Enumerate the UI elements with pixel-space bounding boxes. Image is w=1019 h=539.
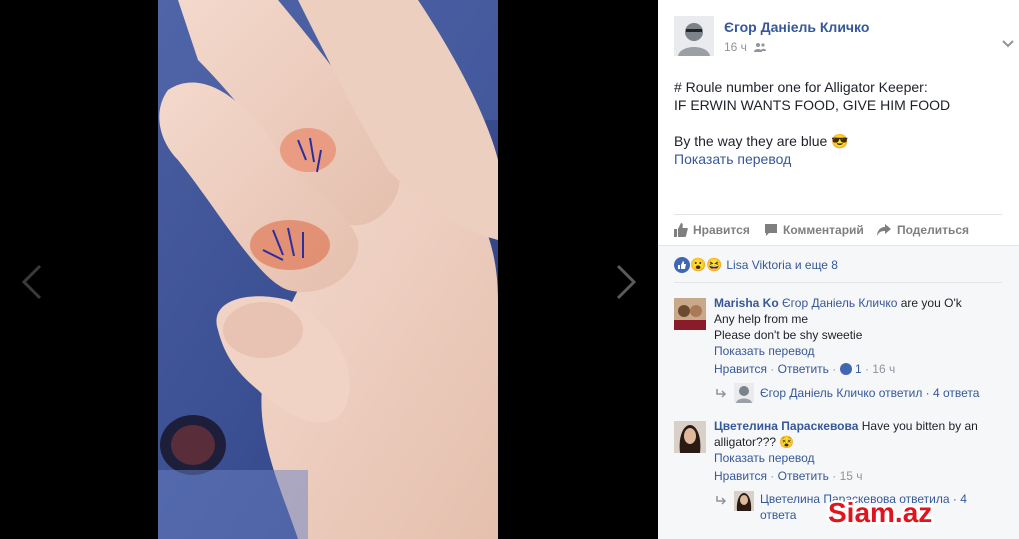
like-label: Нравится (693, 223, 750, 237)
comment-reply-link[interactable]: Ответить (778, 362, 829, 376)
wow-reaction-icon: 😮 (690, 257, 707, 272)
reactions-summary[interactable]: 😮 😆 Lisa Viktoria и еще 8 (674, 257, 838, 273)
comment-body: Цветелина Параскевова Have you bitten by… (714, 418, 1004, 484)
like-reaction-icon (674, 257, 690, 273)
commenter-name[interactable]: Marisha Ko (714, 296, 779, 310)
share-button[interactable]: Поделиться (876, 223, 969, 237)
like-button[interactable]: Нравится (674, 223, 750, 237)
chevron-left-icon (21, 264, 42, 300)
comment-time[interactable]: 15 ч (840, 469, 863, 483)
comment-text-3: Please don't be shy sweetie (714, 328, 863, 342)
comment-like-link[interactable]: Нравится (714, 362, 767, 376)
commenter-avatar[interactable] (674, 421, 706, 453)
commenter-avatar[interactable] (674, 298, 706, 330)
thumbs-up-icon (674, 223, 688, 237)
user-photo-icon (674, 16, 714, 56)
comment-icon (765, 224, 777, 236)
sunglasses-emoji-icon: 😎 (831, 133, 849, 149)
reply-arrow-icon (716, 496, 727, 505)
comment-line-1: Цветелина Параскевова Have you bitten by… (714, 418, 1004, 434)
haha-reaction-icon: 😆 (706, 257, 723, 272)
post-author-name[interactable]: Єгор Даніель Кличко (724, 19, 869, 35)
next-photo-button[interactable] (606, 262, 646, 302)
comment-text-1: are you O'k (897, 296, 962, 310)
friends-privacy-icon[interactable] (754, 41, 767, 55)
comment-line-2: alligator??? 😵 (714, 434, 1004, 450)
post-body: # Roule number one for Alligator Keeper:… (674, 78, 1004, 168)
post-time[interactable]: 16 ч (724, 40, 747, 54)
user-photo-icon (674, 298, 706, 330)
post-line-3-wrap: By the way they are blue 😎 (674, 132, 1004, 150)
comment-time[interactable]: 16 ч (872, 362, 895, 376)
post-meta: 16 ч (724, 40, 767, 55)
share-arrow-icon (877, 224, 891, 236)
comment-like-count-icon (839, 363, 852, 375)
comment-translate-link[interactable]: Показать перевод (714, 450, 1004, 466)
show-translation-link[interactable]: Показать перевод (674, 150, 1004, 168)
comment-mention[interactable]: Єгор Даніель Кличко (782, 296, 897, 310)
siam-watermark-logo: Siam.az Siam.az (824, 495, 974, 531)
post-header: Єгор Даніель Кличко 16 ч (674, 16, 1014, 60)
comment-text-2: alligator??? (714, 435, 777, 449)
comment-text-2: Any help from me (714, 312, 809, 326)
reply-avatar (734, 491, 754, 511)
comment-actions: Нравится · Ответить · 1 · 16 ч (714, 362, 896, 376)
dizzy-emoji-icon: 😵 (779, 435, 795, 449)
replies-summary-text: Єгор Даніель Кличко ответил · 4 ответа (760, 386, 980, 400)
reply-arrow-icon (716, 389, 727, 398)
replies-summary-row[interactable]: Єгор Даніель Кличко ответил · 4 ответа (716, 383, 979, 403)
comment-like-count[interactable]: 1 (855, 362, 862, 376)
post-line-3: By the way they are blue (674, 133, 828, 149)
comment-like-link[interactable]: Нравится (714, 469, 767, 483)
comment-translate-link[interactable]: Показать перевод (714, 343, 1004, 359)
post-photo[interactable] (158, 0, 498, 539)
comment-body: Marisha Ko Єгор Даніель Кличко are you O… (714, 295, 1004, 377)
previous-photo-button[interactable] (14, 262, 54, 302)
post-line-2: IF ERWIN WANTS FOOD, GIVE HIM FOOD (674, 97, 951, 113)
comment-line-1: Marisha Ko Єгор Даніель Кличко are you O… (714, 295, 1004, 311)
reactions-divider (674, 282, 1002, 283)
share-label: Поделиться (897, 223, 970, 237)
comment-actions: Нравится · Ответить · 15 ч (714, 469, 863, 483)
post-panel: Єгор Даніель Кличко 16 ч # Roule number … (658, 0, 1019, 539)
watermark-text: Siam.az (828, 497, 932, 528)
reply-avatar (734, 383, 754, 403)
author-avatar[interactable] (674, 16, 714, 56)
photo-viewer (0, 0, 658, 539)
photo-image (158, 0, 498, 539)
replies-summary-text-2: ответа (760, 508, 797, 522)
post-line-1: # Roule number one for Alligator Keeper: (674, 79, 928, 95)
post-options-chevron-icon[interactable] (1001, 36, 1015, 48)
comment-text-1: Have you bitten by an (858, 419, 978, 433)
commenter-name[interactable]: Цветелина Параскевова (714, 419, 858, 433)
post-actions-bar: Нравится Комментарий Поделиться (674, 214, 1002, 245)
comment-button[interactable]: Комментарий (764, 223, 864, 237)
comments-section: 😮 😆 Lisa Viktoria и еще 8 Marisha Ko Єго… (658, 245, 1019, 539)
reactions-text[interactable]: Lisa Viktoria и еще 8 (726, 258, 838, 272)
comment-reply-link[interactable]: Ответить (778, 469, 829, 483)
comment-label: Комментарий (783, 223, 864, 237)
user-photo-icon (674, 421, 706, 453)
chevron-right-icon (616, 264, 637, 300)
